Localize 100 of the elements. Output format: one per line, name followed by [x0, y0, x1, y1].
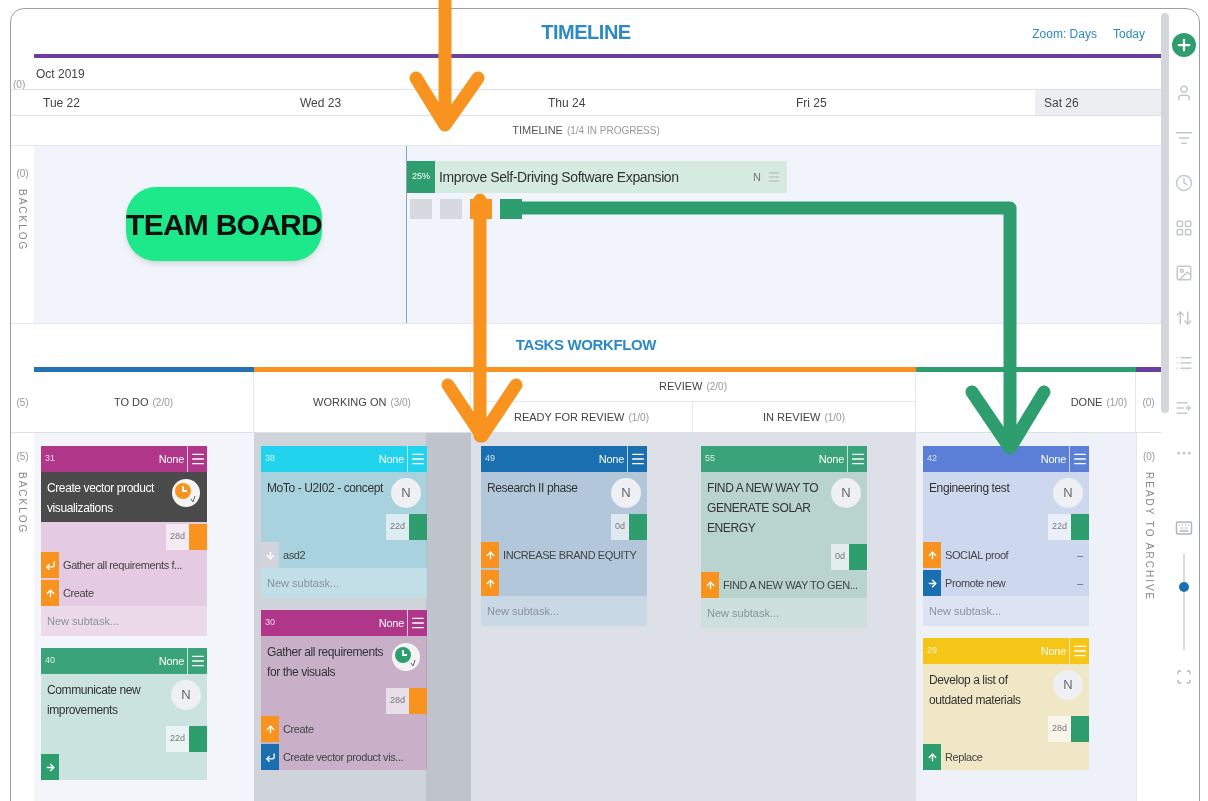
count-label: (5) [16, 395, 29, 410]
card-number: 55 [705, 452, 716, 466]
subtask-text[interactable]: FIND A NEW WAY TO GEN... [719, 576, 867, 594]
card-number: 29 [927, 644, 938, 658]
subtask-text[interactable]: Replace [941, 748, 1089, 766]
card-number: 38 [265, 452, 276, 466]
filter-icon[interactable] [1175, 129, 1193, 147]
menu-icon[interactable] [407, 610, 427, 636]
card-title: MoTo - U2I02 - concept [267, 480, 385, 497]
header-link[interactable]: Today [1112, 25, 1145, 43]
age-label: 0d [831, 544, 849, 570]
card-number: 49 [485, 452, 496, 466]
menu-icon[interactable] [627, 446, 647, 472]
task-card[interactable]: 31 None Create vector product visualizations 28d Gather all requirements f... Create New subtask... [41, 446, 207, 636]
age-label: 28d [385, 688, 409, 714]
task-card[interactable]: 30 None Gather all requirements for the visuals 28d Create Create vector product vis... [261, 610, 427, 770]
zoom-slider[interactable] [1178, 554, 1190, 650]
priority-label[interactable]: None [1040, 450, 1069, 468]
subtask-text[interactable]: Create [279, 720, 427, 738]
day-header: Wed 23 [299, 94, 343, 112]
avatar: N [1053, 478, 1083, 508]
card-title: FIND A NEW WAY TO GENERATE SOLAR ENERGY [707, 480, 820, 537]
avatar: N [171, 680, 201, 710]
progress-label: 25% [407, 161, 435, 193]
age-label: 22d [1047, 514, 1071, 540]
subtask-text[interactable]: SOCIAL proof [941, 546, 1077, 564]
subtask-menu[interactable]: – [1076, 574, 1089, 592]
clock-icon[interactable] [1175, 174, 1193, 192]
task-card[interactable]: 55 None FIND A NEW WAY TO GENERATE SOLAR ENERGY N 0d FIND A NEW WAY TO GEN... New subtask... [701, 446, 867, 628]
timeline-title: TIMELINE [541, 19, 631, 45]
subtask-menu[interactable]: – [1076, 546, 1089, 564]
lane-label: READY TO ARCHIVE [1142, 472, 1156, 602]
slider-thumb[interactable] [1179, 582, 1189, 593]
card-title: Engineering test [929, 480, 1011, 497]
column-title: WORKING ON [313, 394, 387, 410]
day-header: Tue 22 [42, 94, 81, 112]
subtask-text[interactable]: INCREASE BRAND EQUITY [499, 546, 647, 564]
lane-label: BACKLOG [16, 189, 29, 252]
count-label: (1/0) [1106, 395, 1127, 410]
task-card[interactable]: 49 None Research II phase N 0d INCREASE BRAND EQUITY New subtask... [481, 446, 647, 626]
card-number: 31 [45, 452, 56, 466]
avatar: N [1053, 670, 1083, 700]
day-header: Fri 25 [795, 94, 828, 112]
menu-icon[interactable] [187, 648, 207, 674]
age-label: 22d [165, 726, 189, 752]
age-label: 28d [1047, 716, 1071, 742]
count-label: (3/0) [390, 395, 411, 410]
count-label: (2/0) [706, 380, 727, 394]
priority-label[interactable]: None [378, 614, 407, 632]
count-label: (0) [16, 167, 29, 181]
avatar: N [611, 478, 641, 508]
column-title: REVIEW [659, 379, 703, 395]
scrollbar[interactable] [1161, 13, 1169, 413]
priority-label[interactable]: None [158, 450, 187, 468]
sort-icon[interactable] [1175, 309, 1193, 327]
month-label: Oct 2019 [35, 65, 85, 83]
list-icon[interactable] [1175, 354, 1193, 372]
assignee-label: N [753, 169, 762, 185]
column-title: TO DO [113, 394, 149, 410]
lane-status: (1/4 IN PROGRESS) [566, 124, 660, 138]
add-list-icon[interactable] [1175, 399, 1193, 417]
subtask-text[interactable]: Promote new [941, 574, 1077, 592]
day-header: Sat 26 [1035, 90, 1161, 115]
age-label: 22d [385, 514, 409, 540]
card-title: Gather all requirements for the visuals [267, 644, 385, 681]
header-link[interactable]: Zoom: Days [1032, 25, 1097, 43]
keyboard-icon[interactable] [1175, 519, 1193, 537]
card-title: Create vector product visualizations [47, 480, 156, 517]
column-title: IN REVIEW [763, 409, 821, 425]
column-title: DONE [1070, 394, 1103, 410]
team-board-badge: TEAM BOARD [126, 187, 322, 261]
lane-label: BACKLOG [16, 472, 29, 535]
task-title: Improve Self-Driving Software Expansion [438, 167, 680, 187]
count-label: (2/0) [152, 395, 174, 410]
task-card[interactable]: 38 None MoTo - U2I02 - concept N 22d asd2 New subtask... [261, 446, 427, 598]
day-header: Thu 24 [547, 94, 587, 112]
card-number: 42 [927, 452, 938, 466]
subtask-text[interactable]: Gather all requirements f... [59, 556, 207, 574]
menu-icon[interactable] [847, 446, 867, 472]
card-title: Develop a list of outdated materials [929, 672, 1022, 709]
priority-label[interactable]: None [598, 450, 627, 468]
fullscreen-icon[interactable] [1176, 669, 1192, 685]
grid-icon[interactable] [1175, 219, 1193, 237]
count-label: (1/0) [628, 410, 649, 425]
user-icon[interactable] [1175, 84, 1193, 102]
image-icon[interactable] [1175, 264, 1193, 282]
subtask-text[interactable]: asd2 [279, 546, 427, 564]
avatar: N [831, 478, 861, 508]
task-card[interactable]: 29 None Develop a list of outdated materials N 28d Replace [923, 638, 1089, 770]
count-label: (5) [16, 450, 29, 464]
task-card[interactable]: 40 None Communicate new improvements N 22d [41, 648, 207, 780]
avatar: N [391, 478, 421, 508]
timeline-task-bar[interactable]: 25% Improve Self-Driving Software Expansion N [407, 161, 787, 193]
column-title: READY FOR REVIEW [514, 409, 625, 425]
task-card[interactable]: 42 None Engineering test N 22d SOCIAL proof – Promote new – New subtask... [923, 446, 1089, 626]
subtask-text[interactable]: Create vector product vis... [279, 748, 427, 766]
age-label: 0d [611, 514, 629, 540]
subtask-text[interactable]: Create [59, 584, 207, 602]
add-icon[interactable] [1172, 33, 1196, 57]
menu-icon[interactable] [1069, 446, 1089, 472]
